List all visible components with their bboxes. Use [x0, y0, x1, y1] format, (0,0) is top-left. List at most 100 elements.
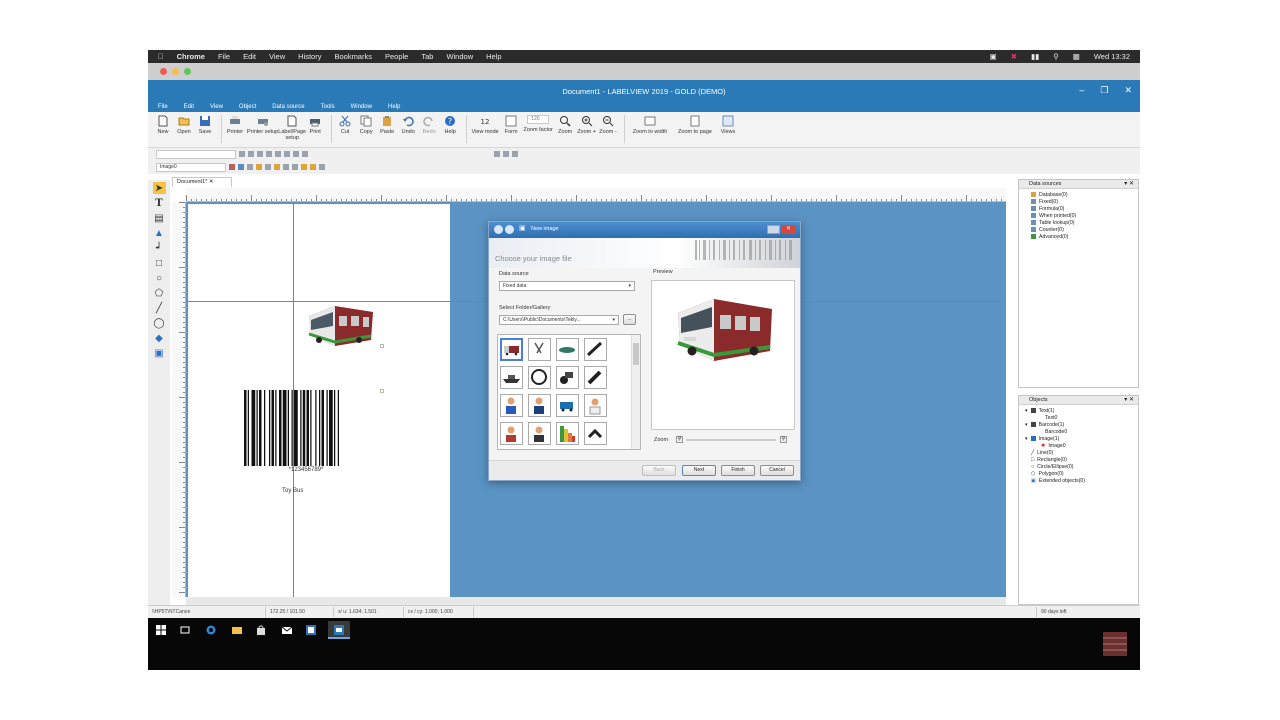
mac-menu-people[interactable]: People: [385, 52, 408, 61]
redo-button[interactable]: Redo: [420, 115, 438, 135]
thumbnail-drill[interactable]: [584, 366, 607, 389]
menu-file[interactable]: File: [158, 104, 168, 110]
zoom-to-width-button[interactable]: Zoom to width: [629, 115, 671, 135]
form-button[interactable]: Form: [502, 115, 520, 135]
tree-leaf-text0[interactable]: Text0: [1019, 414, 1138, 421]
maximize-window-button[interactable]: [184, 68, 191, 75]
menu-view[interactable]: View: [210, 104, 223, 110]
menu-edit[interactable]: Edit: [184, 104, 194, 110]
bus-image-object[interactable]: [305, 300, 377, 348]
bring-front-icon[interactable]: [301, 164, 307, 170]
status-gift-icon[interactable]: ▣: [990, 52, 997, 61]
zoom-out-button[interactable]: Zoom -: [599, 115, 617, 135]
ellipse-tool[interactable]: ○: [153, 272, 166, 284]
save-button[interactable]: Save: [196, 115, 214, 135]
thumbnail-machine[interactable]: [528, 366, 551, 389]
dialog-close-button[interactable]: ✕: [781, 225, 796, 234]
menu-help[interactable]: Help: [388, 104, 400, 110]
finish-button[interactable]: Finish: [721, 465, 755, 476]
data-source-item[interactable]: Database(0): [1019, 191, 1138, 198]
views-button[interactable]: Views: [719, 115, 737, 135]
ungroup-icon[interactable]: [265, 164, 271, 170]
horizontal-scrollbar[interactable]: [186, 597, 1006, 605]
align-top-icon[interactable]: [229, 164, 235, 170]
align-right-icon[interactable]: [284, 151, 290, 157]
view-mode-button[interactable]: 12 View mode: [471, 115, 499, 135]
zoom-factor-button[interactable]: 120 Zoom factor: [523, 115, 553, 133]
barcode-tool[interactable]: ▤: [153, 212, 166, 224]
zoom-in-small-button[interactable]: ⚲: [780, 436, 787, 443]
search-icon[interactable]: ⚲: [1053, 52, 1059, 61]
caption-text-object[interactable]: Toy Bus: [282, 488, 303, 494]
cancel-button[interactable]: Cancel: [760, 465, 794, 476]
help-button[interactable]: ? Help: [441, 115, 459, 135]
cut-button[interactable]: Cut: [336, 115, 354, 135]
expand-arrow-icon[interactable]: ▾: [1025, 408, 1028, 414]
app-taskbar-icon[interactable]: [306, 625, 316, 635]
tree-node-line[interactable]: ╱ Line(0): [1019, 449, 1138, 456]
data-source-select[interactable]: Fixed data ▾: [499, 281, 635, 291]
thumbnail-person[interactable]: [528, 394, 551, 417]
data-source-item[interactable]: Fixed(0): [1019, 198, 1138, 205]
italic-icon[interactable]: [248, 151, 254, 157]
extended-object-tool[interactable]: ▣: [153, 347, 166, 359]
battery-icon[interactable]: ▮▮: [1031, 52, 1039, 61]
thumbnail-tool[interactable]: [584, 338, 607, 361]
grid-icon[interactable]: [494, 151, 500, 157]
next-button[interactable]: Next: [682, 465, 716, 476]
back-button[interactable]: Back: [642, 465, 676, 476]
minimize-window-button[interactable]: [172, 68, 179, 75]
tree-leaf-barcode0[interactable]: Barcode0: [1019, 428, 1138, 435]
rotate-icon[interactable]: [293, 151, 299, 157]
select-tool[interactable]: ➤: [152, 182, 166, 194]
dialog-forward-nav-icon[interactable]: [505, 225, 514, 234]
gallery-scroll-thumb[interactable]: [633, 343, 639, 365]
tree-node-image[interactable]: ▾ Image(1): [1019, 435, 1138, 442]
tree-leaf-image0[interactable]: ✱ Image0: [1019, 442, 1138, 449]
edge-browser-icon[interactable]: [206, 625, 216, 635]
menu-tools[interactable]: Tools: [321, 104, 335, 110]
tree-node-ellipse[interactable]: ○ Circle/Ellipse(0): [1019, 463, 1138, 470]
table-icon[interactable]: [319, 164, 325, 170]
gallery-scrollbar[interactable]: [631, 335, 640, 449]
underline-icon[interactable]: [257, 151, 263, 157]
mac-menu-file[interactable]: File: [218, 52, 230, 61]
space-icon[interactable]: [292, 164, 298, 170]
close-window-button[interactable]: [160, 68, 167, 75]
tab-close-icon[interactable]: ✕: [209, 179, 214, 185]
data-source-item[interactable]: Formula(0): [1019, 205, 1138, 212]
zoom-slider[interactable]: [686, 439, 776, 441]
polygon-tool[interactable]: ⬠: [153, 287, 166, 299]
open-button[interactable]: Open: [175, 115, 193, 135]
zoom-out-small-button[interactable]: ⚲: [676, 436, 683, 443]
mac-menu-tab[interactable]: Tab: [421, 52, 433, 61]
bold-icon[interactable]: [239, 151, 245, 157]
mac-menu-history[interactable]: History: [298, 52, 321, 61]
selection-handle[interactable]: [380, 389, 384, 393]
app-minimize-button[interactable]: –: [1079, 85, 1084, 96]
mac-menu-bookmarks[interactable]: Bookmarks: [334, 52, 372, 61]
browse-folder-button[interactable]: ...: [623, 314, 636, 325]
mac-menu-window[interactable]: Window: [446, 52, 473, 61]
file-explorer-icon[interactable]: [232, 625, 242, 635]
fill-tool[interactable]: ◆: [153, 332, 166, 344]
undo-button[interactable]: Undo: [399, 115, 417, 135]
data-source-item[interactable]: When printed(0): [1019, 212, 1138, 219]
pane-close-icon[interactable]: ▾ ✕: [1124, 180, 1134, 189]
line-tool[interactable]: ┙: [153, 242, 166, 254]
circle-tool[interactable]: ◯: [153, 317, 166, 329]
clock[interactable]: Wed 13:32: [1094, 52, 1130, 61]
zoom-factor-combo[interactable]: 120: [527, 115, 550, 124]
store-icon[interactable]: [256, 625, 266, 635]
new-button[interactable]: New: [154, 115, 172, 135]
copy-button[interactable]: Copy: [357, 115, 375, 135]
task-view-icon[interactable]: [180, 625, 190, 635]
thumbnail-chef[interactable]: [584, 394, 607, 417]
barcode-object[interactable]: [242, 390, 370, 466]
data-source-item[interactable]: Table lookup(0): [1019, 219, 1138, 226]
status-x-icon[interactable]: ✖: [1011, 52, 1017, 61]
dialog-back-nav-icon[interactable]: [494, 225, 503, 234]
tree-node-text[interactable]: ▾ Text(1): [1019, 407, 1138, 414]
size-icon[interactable]: [283, 164, 289, 170]
windows-start-icon[interactable]: [156, 625, 166, 635]
